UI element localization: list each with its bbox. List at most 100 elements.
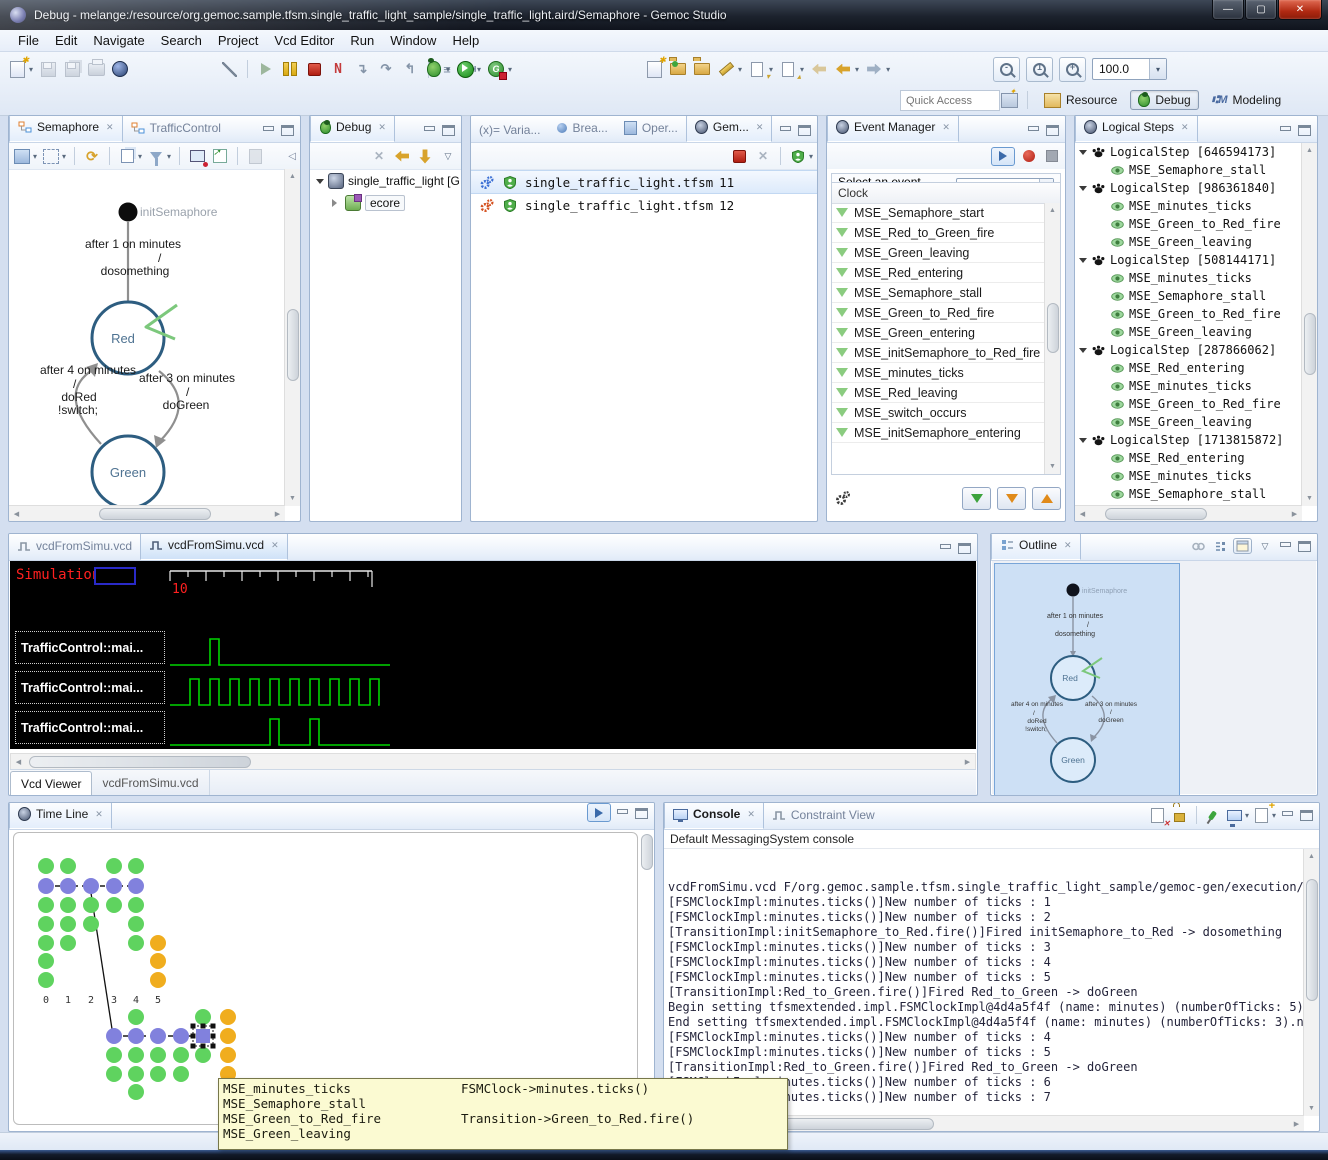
tab-vcd-1[interactable]: vcdFromSimu.vcd xyxy=(9,533,140,560)
refresh-icon[interactable]: ⟳ xyxy=(83,147,101,165)
close-icon[interactable]: ✕ xyxy=(378,122,386,133)
forward-dropdown-icon[interactable]: ▾ xyxy=(886,65,890,74)
open-type-icon[interactable] xyxy=(669,60,687,78)
collapse-palette-icon[interactable]: ◁ xyxy=(288,151,296,162)
menu-item[interactable]: Edit xyxy=(47,30,85,52)
disconnect-icon[interactable]: N xyxy=(329,60,347,78)
quick-access-input[interactable] xyxy=(900,90,1000,111)
clock-column-header[interactable]: Clock xyxy=(832,183,1060,204)
tab-vcd-2[interactable]: vcdFromSimu.vcd ✕ xyxy=(140,533,288,560)
menu-item[interactable]: Search xyxy=(153,30,210,52)
maximize-icon[interactable] xyxy=(1299,809,1314,822)
debug-dropdown-icon[interactable]: ▾ xyxy=(446,65,450,74)
mse-event-row[interactable]: MSE_Green_leaving xyxy=(1075,323,1302,341)
vertical-scrollbar[interactable]: ▲▼ xyxy=(284,169,300,506)
new-wizard-dropdown-icon[interactable]: ▾ xyxy=(29,65,33,74)
maximize-icon[interactable] xyxy=(957,542,972,555)
minimize-icon[interactable] xyxy=(1026,124,1041,137)
tree-view-icon[interactable] xyxy=(1211,537,1229,555)
menu-item[interactable]: Window xyxy=(382,30,444,52)
record-icon[interactable] xyxy=(1020,147,1038,165)
view-menu-icon[interactable]: ▽ xyxy=(439,147,457,165)
new-launch-config-icon[interactable] xyxy=(645,60,663,78)
layout-icon[interactable] xyxy=(13,147,31,165)
mse-event-row[interactable]: MSE_minutes_ticks xyxy=(1075,377,1302,395)
resume-icon[interactable] xyxy=(257,60,275,78)
close-icon[interactable]: ✕ xyxy=(756,122,764,133)
logical-step-row[interactable]: LogicalStep [1713815872] xyxy=(1075,431,1302,449)
expand-arrow-icon[interactable] xyxy=(1079,258,1087,267)
suspend-icon[interactable] xyxy=(281,60,299,78)
selection-mode-icon[interactable] xyxy=(42,147,60,165)
stop-engine-icon[interactable] xyxy=(731,147,749,165)
open-console-icon[interactable] xyxy=(1253,806,1271,824)
logical-step-row[interactable]: LogicalStep [646594173] xyxy=(1075,143,1302,161)
minimize-icon[interactable] xyxy=(778,124,793,137)
run-launch-icon[interactable] xyxy=(456,60,474,78)
tab-trafficcontrol[interactable]: TrafficControl xyxy=(123,115,229,142)
window-maximize-button[interactable]: ▢ xyxy=(1245,0,1277,20)
horizontal-scrollbar[interactable]: ◀▶ xyxy=(1075,505,1302,521)
save-all-icon[interactable] xyxy=(63,60,81,78)
tab-operations[interactable]: Oper... xyxy=(616,115,686,142)
mse-event-row[interactable]: MSE_Semaphore_stall xyxy=(1075,287,1302,305)
close-icon[interactable]: ✕ xyxy=(747,809,755,820)
run-dropdown-icon[interactable]: ▾ xyxy=(477,65,481,74)
mse-event-row[interactable]: MSE_Green_leaving xyxy=(1075,233,1302,251)
save-icon[interactable] xyxy=(39,60,57,78)
selection-dropdown-icon[interactable]: ▾ xyxy=(62,152,66,161)
snapshot-icon[interactable] xyxy=(188,147,206,165)
clock-row[interactable]: MSE_Green_entering xyxy=(832,323,1044,343)
layout-dropdown-icon[interactable]: ▾ xyxy=(33,152,37,161)
force-clock-green-button[interactable] xyxy=(962,487,991,510)
signal-label[interactable]: TrafficControl::mai... xyxy=(15,671,165,704)
expand-arrow-icon[interactable] xyxy=(1079,150,1087,159)
mse-event-row[interactable]: MSE_Semaphore_stall xyxy=(1075,161,1302,179)
step-into-icon[interactable]: ↴ xyxy=(353,60,371,78)
step-forward-icon[interactable] xyxy=(416,147,434,165)
mark-occurrences-dropdown-icon[interactable]: ▾ xyxy=(738,65,742,74)
dispose-engines-icon[interactable]: ✕ xyxy=(754,147,772,165)
tab-console[interactable]: Console ✕ xyxy=(664,802,764,829)
minimize-icon[interactable] xyxy=(422,124,437,137)
remove-all-terminated-icon[interactable]: ✕ xyxy=(370,147,388,165)
menu-item[interactable]: Help xyxy=(444,30,487,52)
engine-row[interactable]: single_traffic_light.tfsm 12 xyxy=(471,194,817,216)
clock-row[interactable]: MSE_Red_entering xyxy=(832,263,1044,283)
signal-label[interactable]: TrafficControl::mai... xyxy=(15,711,165,744)
menu-item[interactable]: File xyxy=(10,30,47,52)
next-annotation-icon[interactable] xyxy=(748,60,766,78)
step-over-icon[interactable]: ↷ xyxy=(377,60,395,78)
duplicate-dropdown-icon[interactable]: ▾ xyxy=(138,152,142,161)
clock-row[interactable]: MSE_switch_occurs xyxy=(832,403,1044,423)
duplicate-icon[interactable] xyxy=(118,147,136,165)
maximize-icon[interactable] xyxy=(1045,124,1060,137)
filter-icon[interactable] xyxy=(147,147,165,165)
close-icon[interactable]: ✕ xyxy=(1064,540,1072,551)
last-edit-location-icon[interactable] xyxy=(810,60,828,78)
clock-row[interactable]: MSE_Green_to_Red_fire xyxy=(832,303,1044,323)
clock-row[interactable]: MSE_initSemaphore_entering xyxy=(832,423,1044,443)
tab-outline[interactable]: Outline ✕ xyxy=(991,533,1081,560)
minimize-icon[interactable] xyxy=(261,124,276,137)
minimize-icon[interactable] xyxy=(1278,124,1293,137)
back-icon[interactable] xyxy=(834,60,852,78)
logical-step-row[interactable]: LogicalStep [986361840] xyxy=(1075,179,1302,197)
minimize-icon[interactable] xyxy=(1280,809,1295,822)
tab-breakpoints[interactable]: Brea... xyxy=(548,115,615,142)
maximize-icon[interactable] xyxy=(634,807,649,820)
export-diagram-icon[interactable] xyxy=(211,147,229,165)
close-icon[interactable]: ✕ xyxy=(95,809,103,820)
debug-launch-icon[interactable] xyxy=(425,60,443,78)
stop-icon[interactable] xyxy=(1043,147,1061,165)
initial-state-node[interactable] xyxy=(119,203,138,222)
outline-thumbnail[interactable]: initSemaphore after 1 on minutes / dosom… xyxy=(994,563,1180,796)
engine-shield-icon[interactable] xyxy=(789,147,807,165)
clock-row[interactable]: MSE_Red_leaving xyxy=(832,383,1044,403)
open-perspective-icon[interactable] xyxy=(1000,91,1018,109)
print-icon[interactable] xyxy=(87,60,105,78)
tab-event-manager[interactable]: Event Manager✕ xyxy=(827,115,959,142)
tab-vcd-source[interactable]: vcdFromSimu.vcd xyxy=(92,770,209,795)
force-clock-up-button[interactable] xyxy=(1032,487,1061,510)
coverage-dropdown-icon[interactable]: ▾ xyxy=(508,65,512,74)
